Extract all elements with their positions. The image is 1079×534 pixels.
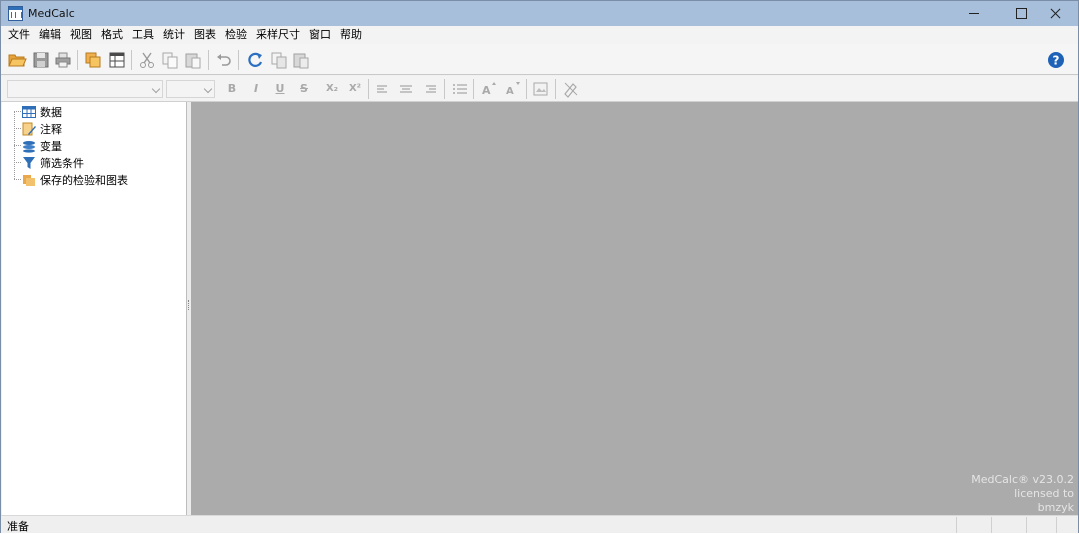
- menu-tools[interactable]: 工具: [129, 26, 160, 44]
- align-left-icon[interactable]: [373, 79, 393, 99]
- tree-branch: [14, 128, 21, 129]
- folder-icon: [23, 174, 35, 186]
- minimize-button[interactable]: [951, 1, 997, 26]
- tree-branch: [14, 179, 21, 180]
- tree-item-label: 变量: [40, 139, 62, 153]
- medcalc-app-icon[interactable]: [8, 6, 23, 21]
- insert-image-icon[interactable]: [531, 79, 551, 99]
- toolbar-separator: [368, 79, 369, 99]
- toolbar-separator: [131, 50, 132, 70]
- license-line: licensed to: [1014, 487, 1074, 500]
- superscript-button[interactable]: X²: [346, 81, 364, 97]
- font-grow-icon[interactable]: A: [478, 79, 498, 99]
- main-toolbar: ?: [1, 44, 1078, 75]
- format-toolbar: B I U S X₂ X² A A: [1, 76, 1078, 102]
- menu-edit[interactable]: 编辑: [36, 26, 67, 44]
- cut-icon[interactable]: [137, 50, 157, 70]
- tree-item-variables[interactable]: 变量: [14, 137, 62, 154]
- license-user: bmzyk: [1037, 501, 1074, 514]
- strikethrough-button[interactable]: S: [295, 81, 313, 97]
- status-pane: [1056, 517, 1057, 533]
- app-window: MedCalc 文件 编辑 视图 格式 工具 统计 图表 检验 采样尺寸 窗口 …: [0, 0, 1079, 533]
- menu-window[interactable]: 窗口: [306, 26, 337, 44]
- font-family-select[interactable]: [7, 80, 163, 98]
- tree-item-saved[interactable]: 保存的检验和图表: [14, 171, 128, 188]
- grid-icon: [22, 105, 36, 118]
- paste-icon[interactable]: [183, 50, 203, 70]
- status-pane: [956, 517, 957, 533]
- menu-statistics[interactable]: 统计: [160, 26, 191, 44]
- status-pane: [991, 517, 992, 533]
- status-text: 准备: [7, 520, 29, 533]
- print-icon[interactable]: [53, 50, 73, 70]
- tree-item-data[interactable]: 数据: [14, 103, 62, 120]
- toolbar-separator: [473, 79, 474, 99]
- tree-item-label: 筛选条件: [40, 156, 84, 170]
- tree-branch: [14, 111, 21, 112]
- tree-item-label: 保存的检验和图表: [40, 173, 128, 187]
- toolbar-separator: [444, 79, 445, 99]
- note-icon: [22, 122, 36, 135]
- save-icon[interactable]: [31, 50, 51, 70]
- spreadsheet-icon[interactable]: [107, 50, 127, 70]
- toolbar-separator: [77, 50, 78, 70]
- copy-sheet-icon[interactable]: [83, 50, 103, 70]
- variables-icon: [23, 140, 35, 153]
- title-bar[interactable]: MedCalc: [1, 1, 1078, 26]
- chevron-down-icon: [203, 84, 213, 94]
- refresh-icon[interactable]: [245, 50, 265, 70]
- tree-item-notes[interactable]: 注释: [14, 120, 62, 137]
- help-icon[interactable]: ?: [1046, 50, 1066, 70]
- align-center-icon[interactable]: [396, 79, 416, 99]
- menu-file[interactable]: 文件: [5, 26, 36, 44]
- workspace-area[interactable]: MedCalc® v23.0.2 licensed to bmzyk: [191, 102, 1078, 515]
- font-shrink-icon[interactable]: A: [502, 79, 522, 99]
- undo-icon[interactable]: [214, 50, 234, 70]
- font-size-select[interactable]: [166, 80, 215, 98]
- menu-view[interactable]: 视图: [67, 26, 98, 44]
- svg-text:A: A: [506, 86, 514, 97]
- tree-branch: [14, 145, 21, 146]
- copy-icon[interactable]: [160, 50, 180, 70]
- tree-item-filters[interactable]: 筛选条件: [14, 154, 84, 171]
- chevron-down-icon: [151, 84, 161, 94]
- window-title: MedCalc: [28, 7, 75, 20]
- filter-icon: [23, 156, 35, 169]
- menu-bar: 文件 编辑 视图 格式 工具 统计 图表 检验 采样尺寸 窗口 帮助: [1, 26, 1078, 44]
- tree-branch: [14, 162, 21, 163]
- tree-item-label: 注释: [40, 122, 62, 136]
- align-right-icon[interactable]: [420, 79, 440, 99]
- bold-button[interactable]: B: [223, 81, 241, 97]
- toolbar-separator: [555, 79, 556, 99]
- menu-graphs[interactable]: 图表: [191, 26, 222, 44]
- menu-help[interactable]: 帮助: [337, 26, 368, 44]
- svg-text:A: A: [482, 84, 491, 97]
- toolbar-separator: [238, 50, 239, 70]
- close-button[interactable]: [1033, 1, 1079, 26]
- status-bar: 准备: [1, 515, 1078, 533]
- status-pane: [1026, 517, 1027, 533]
- paste-graph-icon[interactable]: [291, 50, 311, 70]
- subscript-button[interactable]: X₂: [323, 81, 341, 97]
- contents-tree: 数据 注释 变量 筛选条件 保存的检验和图表: [2, 102, 187, 515]
- tree-item-label: 数据: [40, 105, 62, 119]
- toolbar-separator: [208, 50, 209, 70]
- clear-format-icon[interactable]: [561, 79, 581, 99]
- toolbar-separator: [526, 79, 527, 99]
- bullet-list-icon[interactable]: [450, 79, 470, 99]
- svg-text:?: ?: [1053, 54, 1060, 68]
- menu-tests[interactable]: 检验: [222, 26, 253, 44]
- menu-format[interactable]: 格式: [98, 26, 129, 44]
- open-icon[interactable]: [7, 50, 27, 70]
- menu-sample-size[interactable]: 采样尺寸: [253, 26, 306, 44]
- copy-graph-icon[interactable]: [269, 50, 289, 70]
- license-product: MedCalc® v23.0.2: [971, 473, 1074, 486]
- italic-button[interactable]: I: [247, 81, 265, 97]
- underline-button[interactable]: U: [271, 81, 289, 97]
